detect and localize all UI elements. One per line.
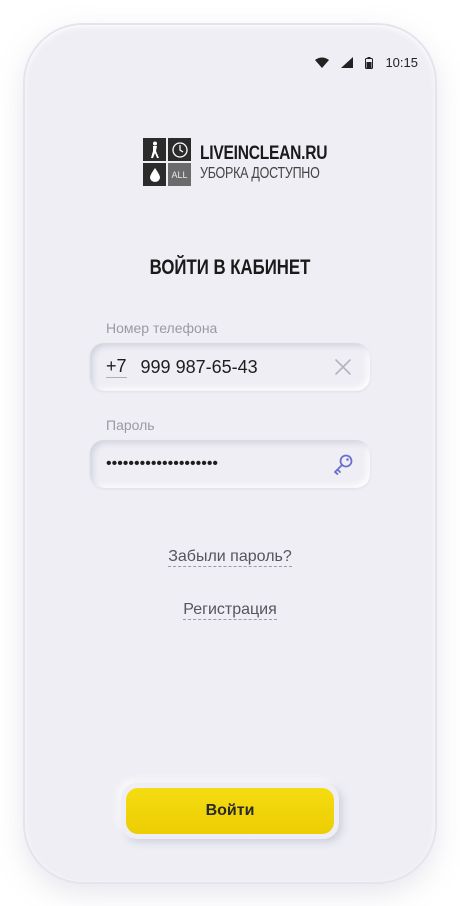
login-button[interactable]: Войти [126,788,334,834]
logo-text: LIVEINCLEAN.RU УБОРКА ДОСТУПНО [200,143,355,182]
logo-subtitle: УБОРКА ДОСТУПНО [200,164,320,182]
person-icon [143,138,166,161]
clock-icon [168,138,191,161]
register-text[interactable]: Регистрация [183,601,277,620]
brand-logo: ALL LIVEINCLEAN.RU УБОРКА ДОСТУПНО [143,138,355,186]
login-button-frame: Войти [121,783,339,839]
key-icon[interactable] [332,453,354,475]
status-time: 10:15 [385,55,418,70]
forgot-password-text[interactable]: Забыли пароль? [168,548,292,567]
page-title: ВОЙТИ В КАБИНЕТ [149,256,311,279]
logo-title: LIVEINCLEAN.RU [200,142,328,164]
password-input[interactable]: •••••••••••••••••••• [106,455,332,473]
forgot-password-link[interactable]: Забыли пароль? [0,548,460,567]
phone-label: Номер телефона [106,320,218,336]
battery-icon [365,56,374,69]
close-icon[interactable] [332,356,354,378]
wifi-icon [315,57,330,68]
signal-icon [341,57,354,68]
phone-field[interactable]: +7 999 987-65-43 [90,343,370,391]
logo-mark-label: ALL [171,169,188,180]
password-field[interactable]: •••••••••••••••••••• [90,440,370,488]
drop-icon [143,163,166,186]
phone-prefix[interactable]: +7 [106,356,127,378]
phone-input[interactable]: 999 987-65-43 [141,357,332,378]
logo-all-cell: ALL [168,163,191,186]
logo-mark: ALL [143,138,191,186]
password-label: Пароль [106,417,155,433]
status-bar: 10:15 [315,55,418,70]
register-link[interactable]: Регистрация [0,601,460,620]
